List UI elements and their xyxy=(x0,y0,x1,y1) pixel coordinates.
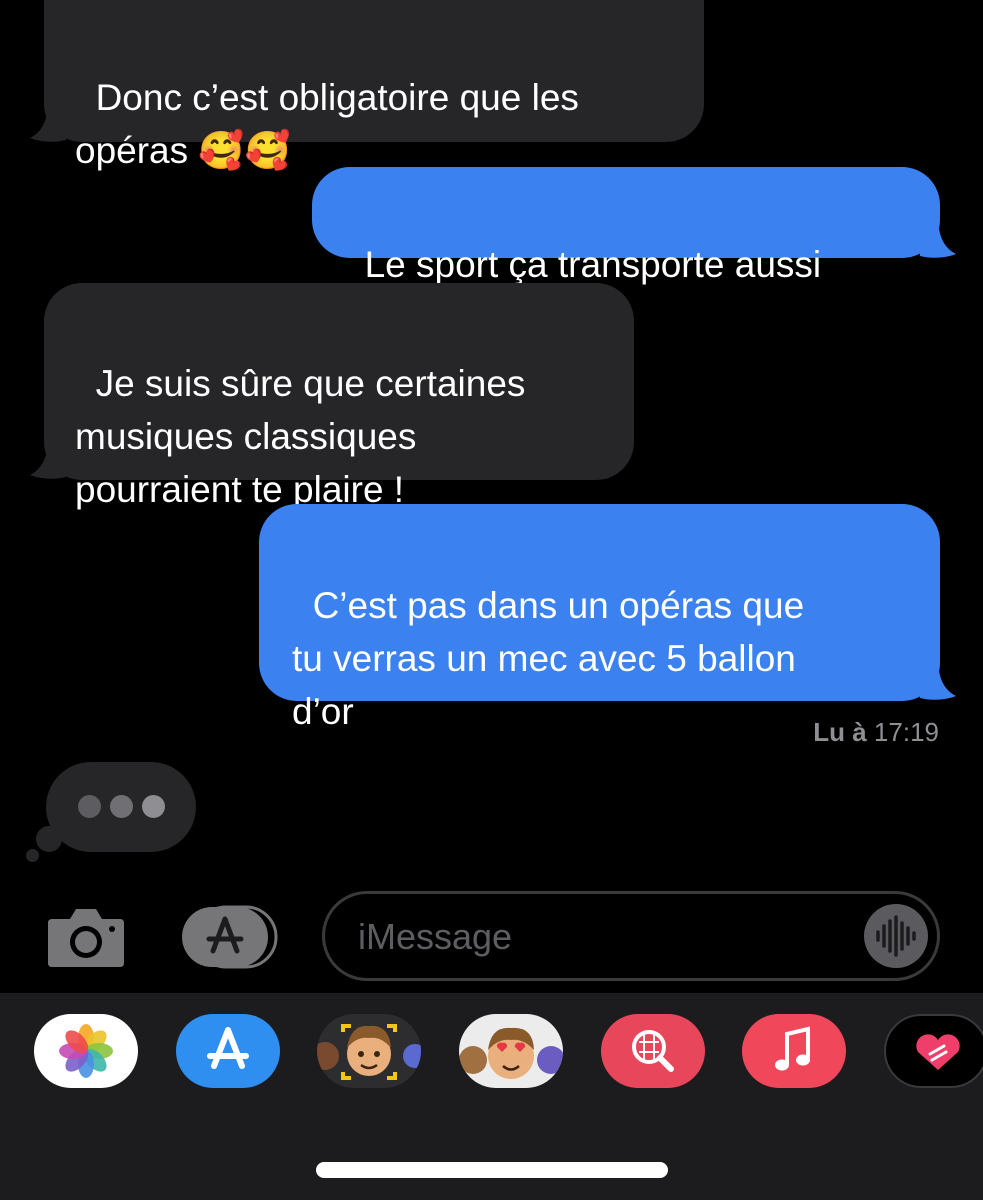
typing-indicator xyxy=(46,762,196,852)
web-images-search-app-icon[interactable] xyxy=(601,1014,705,1088)
message-text: Je suis sûre que certaines musiques clas… xyxy=(75,363,526,510)
message-bubble-incoming[interactable]: Donc c’est obligatoire que les opéras 🥰🥰 xyxy=(44,0,704,171)
read-receipt-time: 17:19 xyxy=(873,717,939,747)
music-app-icon[interactable] xyxy=(742,1014,846,1088)
memoji-app-icon[interactable] xyxy=(317,1014,421,1088)
message-input-placeholder: iMessage xyxy=(358,916,513,957)
typing-dot xyxy=(142,795,165,818)
photos-app-icon[interactable] xyxy=(34,1014,138,1088)
typing-dot xyxy=(78,795,101,818)
digital-touch-app-icon[interactable] xyxy=(884,1014,983,1088)
message-text: Le sport ça transporte aussi xyxy=(364,244,822,285)
home-indicator[interactable] xyxy=(316,1162,668,1178)
message-text: C’est pas dans un opéras que tu verras u… xyxy=(292,585,805,732)
read-receipt-label: Lu à xyxy=(813,717,867,747)
message-text: Donc c’est obligatoire que les opéras 🥰🥰 xyxy=(75,77,579,171)
audio-message-button[interactable] xyxy=(864,904,928,968)
message-input[interactable]: iMessage xyxy=(322,891,940,981)
read-receipt: Lu à 17:19 xyxy=(813,717,939,748)
message-bubble-outgoing[interactable]: C’est pas dans un opéras que tu verras u… xyxy=(259,504,940,732)
memoji-stickers-app-icon[interactable] xyxy=(459,1014,563,1088)
message-bubble-outgoing[interactable]: Le sport ça transporte aussi xyxy=(312,167,940,285)
message-bubble-incoming[interactable]: Je suis sûre que certaines musiques clas… xyxy=(44,283,634,510)
waveform-icon xyxy=(876,915,916,957)
app-store-button[interactable] xyxy=(182,905,278,969)
typing-indicator-tail xyxy=(26,849,39,862)
camera-icon[interactable] xyxy=(46,907,126,967)
typing-dot xyxy=(110,795,133,818)
app-store-app-icon[interactable] xyxy=(176,1014,280,1088)
